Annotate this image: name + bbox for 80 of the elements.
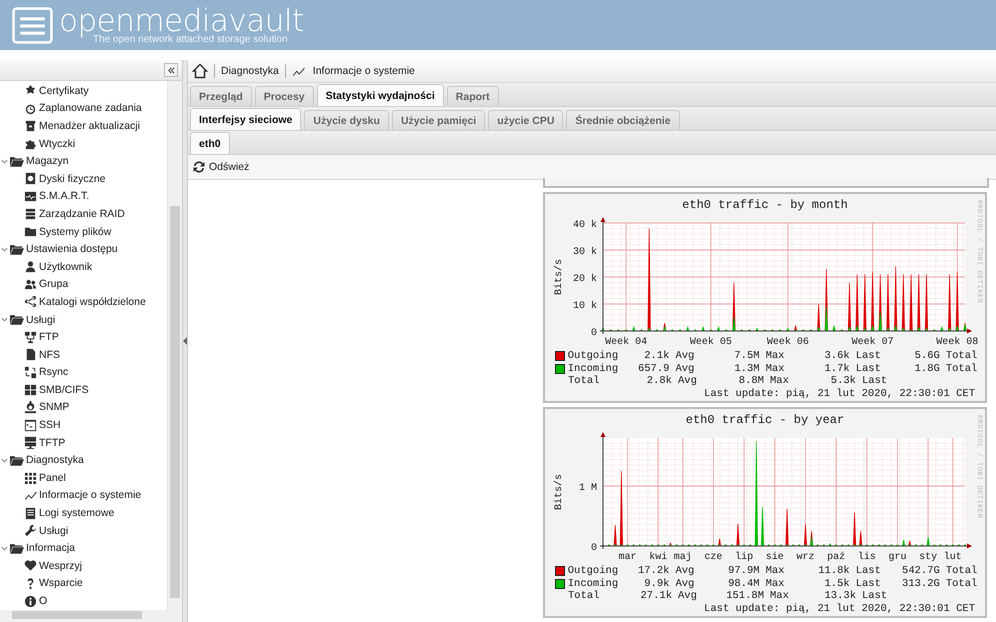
legend-unit: Avg: [674, 362, 696, 376]
legend-unit: Max: [764, 565, 786, 578]
legend-value: 2.8k: [646, 375, 672, 388]
x-tick-label: cze: [704, 552, 722, 563]
legend-unit: Avg: [674, 578, 696, 590]
y-tick-label: 40 k: [572, 220, 597, 231]
legend-value: 1.3M: [733, 362, 760, 376]
y-tick-label: 10 k: [572, 301, 597, 312]
legend-unit: Last: [861, 590, 888, 603]
x-tick-label: wrz: [796, 552, 814, 563]
y-tick-label: 20 k: [572, 274, 597, 285]
x-tick-label: lip: [735, 552, 754, 563]
y-tick-label: 30 k: [572, 247, 597, 258]
y-tick-label: 0: [590, 543, 597, 554]
legend-value: 27.1k: [639, 590, 672, 603]
legend-unit: Last: [854, 350, 882, 363]
logo-text: openmediavault: [59, 6, 304, 36]
legend-unit: Avg: [677, 590, 698, 603]
legend-unit: Max: [764, 362, 786, 376]
legend-unit: Max: [764, 578, 786, 590]
x-tick-label: Week 06: [766, 337, 809, 348]
x-tick-label: lis: [858, 552, 876, 563]
legend-unit: Max: [769, 375, 790, 388]
legend-unit: Total: [944, 565, 978, 578]
legend-value: 313.2G: [901, 578, 940, 590]
legend-unit: Last: [856, 362, 882, 376]
legend-value: 1.7k: [823, 362, 850, 375]
legend-value: 5.6G: [914, 350, 940, 363]
x-tick-label: mar: [618, 552, 637, 563]
legend-unit: Total: [944, 578, 978, 590]
legend-value: 151.8M: [725, 590, 764, 603]
legend-label: Incoming: [568, 362, 620, 375]
legend-unit: Avg: [677, 375, 698, 388]
legend-value: 7.5M: [733, 350, 760, 363]
x-tick-label: lut: [944, 552, 962, 563]
legend-value: 98.4M: [727, 578, 760, 590]
legend-unit: Max: [764, 350, 786, 363]
legend-value: 9.9k: [643, 578, 670, 590]
legend-label: Incoming: [568, 578, 620, 590]
legend-value: 1.5k: [823, 578, 850, 590]
x-tick-label: sie: [766, 552, 784, 563]
legend-unit: Last: [854, 565, 882, 578]
legend-label: Total: [568, 590, 601, 603]
x-tick-label: sty: [919, 552, 938, 563]
legend-value: 5.3k: [830, 375, 856, 388]
x-tick-label: Week 08: [936, 337, 978, 348]
y-axis-title: Bits/s: [554, 474, 565, 510]
legend-value: 2.1k: [643, 350, 670, 363]
last-update-text: Last update: pią, 21 lut 2020, 22:30:01 CET: [703, 388, 976, 400]
x-tick-label: paź: [827, 552, 846, 563]
x-tick-label: kwi: [649, 552, 668, 563]
legend-value: 8.8M: [738, 375, 764, 388]
legend-unit: Max: [769, 590, 790, 603]
x-tick-label: Week 04: [605, 337, 648, 348]
legend-unit: Avg: [674, 565, 696, 578]
y-axis-title: Bits/s: [554, 259, 565, 295]
x-tick-label: Week 05: [690, 337, 732, 348]
y-tick-label: 1 M: [578, 483, 597, 494]
legend-label: Outgoing: [568, 565, 620, 578]
legend-unit: Total: [944, 362, 978, 376]
breadcrumb-current: Informacje o systemie: [312, 65, 415, 77]
legend-unit: Total: [944, 350, 978, 363]
legend-value: 1.8G: [914, 362, 940, 376]
legend-label: Outgoing: [568, 350, 620, 363]
legend-label: Total: [568, 375, 601, 388]
legend-unit: Avg: [674, 350, 696, 363]
legend-value: 13.3k: [823, 590, 856, 603]
legend-value: 3.6k: [823, 350, 850, 363]
legend-value: 542.7G: [901, 565, 940, 578]
last-update-text: Last update: pią, 21 lut 2020, 22:30:01 CET: [703, 602, 976, 616]
x-tick-label: gru: [888, 552, 907, 563]
x-tick-label: maj: [674, 552, 692, 563]
legend-unit: Last: [856, 578, 882, 590]
legend-value: 17.2k: [636, 565, 670, 578]
legend-unit: Last: [861, 375, 888, 388]
y-tick-label: 0: [590, 328, 597, 339]
x-tick-label: Week 07: [852, 337, 894, 348]
legend-value: 97.9M: [727, 565, 760, 578]
legend-value: 11.8k: [817, 565, 850, 578]
legend-value: 657.9: [636, 362, 670, 375]
